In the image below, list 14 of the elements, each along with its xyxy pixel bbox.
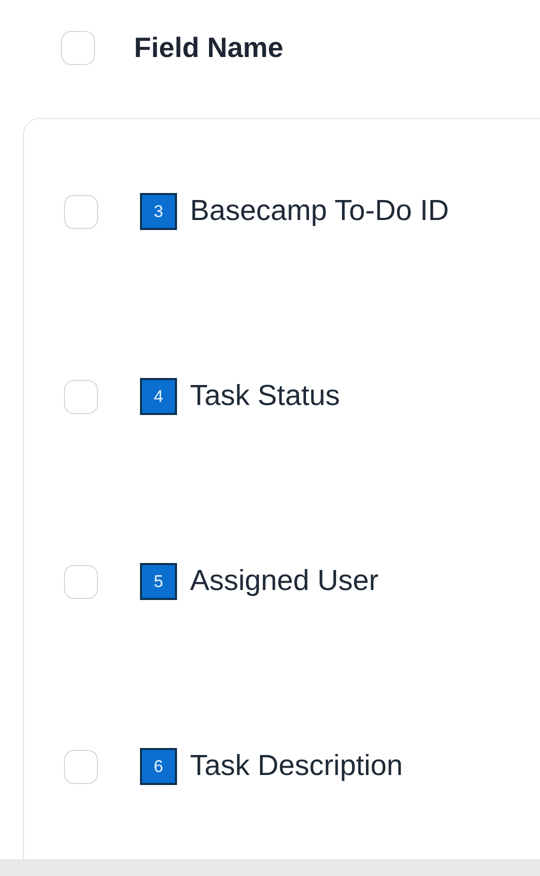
row-checkbox[interactable] — [64, 194, 98, 228]
column-header: Field Name — [134, 32, 284, 64]
row-checkbox[interactable] — [64, 380, 98, 414]
field-number-badge: 4 — [140, 378, 177, 415]
field-number-badge: 3 — [140, 193, 177, 230]
field-name: Assigned User — [190, 565, 379, 598]
field-name: Basecamp To-Do ID — [190, 195, 449, 228]
field-name: Task Description — [190, 750, 403, 783]
field-number-badge: 5 — [140, 563, 177, 600]
field-name: Task Status — [190, 380, 340, 413]
row-checkbox[interactable] — [64, 564, 98, 598]
select-all-checkbox[interactable] — [61, 31, 95, 65]
row-checkbox[interactable] — [64, 750, 98, 784]
field-number-badge: 6 — [140, 748, 177, 785]
